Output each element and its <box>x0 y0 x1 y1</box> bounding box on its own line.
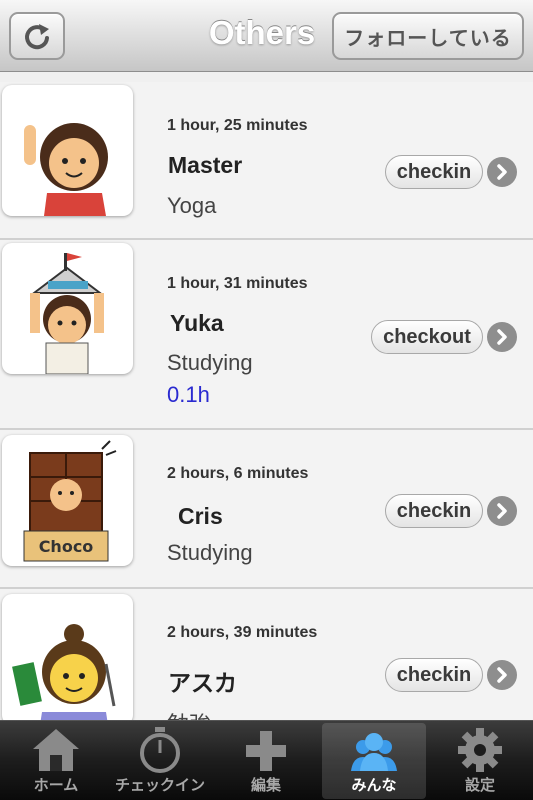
activity: Studying <box>167 540 253 565</box>
elapsed-time: 2 hours, 6 minutes <box>167 465 309 482</box>
chevron-right-icon <box>497 667 507 683</box>
list-item[interactable]: 1 hour, 31 minutes Yuka Studying 0.1h ch… <box>0 240 533 430</box>
elapsed-time: 1 hour, 25 minutes <box>167 117 308 134</box>
navigation-bar: Others フォローしている <box>0 0 533 72</box>
avatar: Choco <box>2 435 133 566</box>
disclosure-button[interactable] <box>487 496 517 526</box>
user-name: Yuka <box>170 310 224 336</box>
people-icon <box>351 733 397 771</box>
gear-icon <box>458 728 502 772</box>
chevron-right-icon <box>497 164 507 180</box>
checkin-button[interactable]: checkin <box>385 494 483 528</box>
tab-settings[interactable]: 設定 <box>428 723 532 799</box>
svg-text:Choco: Choco <box>39 537 94 556</box>
avatar <box>2 243 133 374</box>
refresh-button[interactable] <box>9 12 65 60</box>
tab-label: チェックイン <box>114 777 205 794</box>
tab-home[interactable]: ホーム <box>4 723 108 799</box>
checkin-button[interactable]: checkin <box>385 658 483 692</box>
tab-bar: ホーム チェックイン 編集 みんな 設定 <box>0 720 533 800</box>
tab-checkin[interactable]: チェックイン <box>108 723 212 799</box>
tab-label: 設定 <box>464 777 495 794</box>
user-name: アスカ <box>168 670 237 696</box>
activity: 勉強 <box>167 707 211 720</box>
list-item[interactable]: 2 hours, 39 minutes アスカ 勉強 checkin <box>0 589 533 720</box>
tab-label: ホーム <box>33 777 79 794</box>
avatar <box>2 594 133 720</box>
following-button[interactable]: フォローしている <box>332 12 524 60</box>
chevron-right-icon <box>497 503 507 519</box>
list-item[interactable]: Choco 2 hours, 6 minutes Cris Studying c… <box>0 430 533 589</box>
user-name: Master <box>168 152 243 178</box>
refresh-icon <box>25 24 49 50</box>
tab-edit[interactable]: 編集 <box>214 723 318 799</box>
elapsed-time: 1 hour, 31 minutes <box>167 275 308 292</box>
checkout-button[interactable]: checkout <box>371 320 483 354</box>
user-name: Cris <box>178 503 223 529</box>
avatar <box>2 85 133 216</box>
activity: Yoga <box>167 193 217 218</box>
stopwatch-icon <box>140 727 180 773</box>
page-title: Others <box>208 14 316 51</box>
home-icon <box>33 729 79 771</box>
tab-label: みんな <box>351 777 397 794</box>
plus-icon <box>246 731 286 771</box>
activity: Studying <box>167 350 253 375</box>
list-item[interactable]: 1 hour, 25 minutes Master Yoga checkin <box>0 82 533 240</box>
disclosure-button[interactable] <box>487 660 517 690</box>
tab-everyone[interactable]: みんな <box>322 723 426 799</box>
chevron-right-icon <box>497 329 507 345</box>
total-hours: 0.1h <box>167 382 210 407</box>
tab-label: 編集 <box>250 777 281 794</box>
disclosure-button[interactable] <box>487 157 517 187</box>
disclosure-button[interactable] <box>487 322 517 352</box>
elapsed-time: 2 hours, 39 minutes <box>167 624 318 641</box>
checkin-button[interactable]: checkin <box>385 155 483 189</box>
user-list: 1 hour, 25 minutes Master Yoga checkin 1… <box>0 72 533 720</box>
